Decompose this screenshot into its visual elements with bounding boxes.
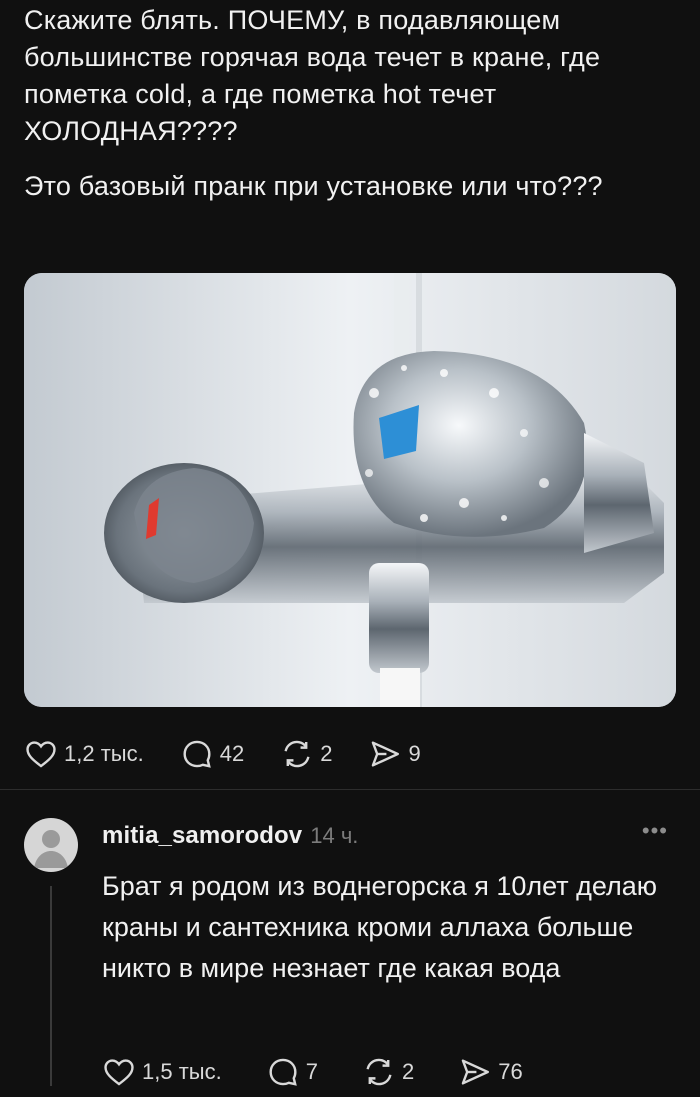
like-button[interactable]: 1,2 тыс.	[24, 737, 144, 771]
default-avatar-icon	[34, 830, 68, 868]
repost-icon	[366, 1058, 392, 1086]
heart-icon	[104, 1059, 134, 1086]
repost-icon	[284, 740, 310, 768]
faucet-photo-icon	[24, 273, 676, 707]
comment-share-count: 76	[498, 1059, 523, 1084]
post-paragraph-2: Это базовый пранк при установке или что?…	[24, 171, 603, 201]
thread-line	[50, 886, 52, 1086]
heart-icon	[26, 741, 56, 768]
comment-repost-count: 2	[401, 1059, 415, 1084]
post: Скажите блять. ПОЧЕМУ, в подавляющем бол…	[0, 0, 700, 790]
comment-actions: 1,5 тыс. 7 2 76	[102, 1050, 567, 1094]
post-paragraph-1: Скажите блять. ПОЧЕМУ, в подавляющем бол…	[24, 5, 601, 146]
comment-like-count: 1,5 тыс.	[142, 1059, 222, 1084]
post-actions: 1,2 тыс. 42 2 9	[24, 732, 457, 776]
send-icon	[372, 741, 400, 767]
comment-bubble-icon	[183, 740, 211, 768]
post-text: Скажите блять. ПОЧЕМУ, в подавляющем бол…	[24, 2, 664, 223]
send-icon	[461, 1059, 490, 1085]
comment-timestamp: 14 ч.	[310, 823, 359, 848]
comment-share-button[interactable]: 76	[458, 1055, 523, 1089]
comment-button[interactable]: 42	[180, 737, 244, 771]
comment-header: mitia_samorodov 14 ч.	[102, 822, 358, 850]
share-count: 9	[408, 741, 421, 766]
more-options-icon[interactable]: •••	[642, 818, 668, 844]
like-count: 1,2 тыс.	[64, 741, 144, 766]
avatar[interactable]	[24, 818, 78, 872]
comment-count: 42	[219, 741, 245, 766]
comment-like-button[interactable]: 1,5 тыс.	[102, 1055, 222, 1089]
share-button[interactable]: 9	[368, 737, 421, 771]
comment-reply-count: 7	[305, 1059, 318, 1084]
comment-username[interactable]: mitia_samorodov	[102, 822, 302, 850]
comment: mitia_samorodov 14 ч. ••• Брат я родом и…	[0, 790, 700, 1097]
repost-count: 2	[320, 741, 333, 766]
comment-reply-button[interactable]: 7	[266, 1055, 318, 1089]
comment-repost-button[interactable]: 2	[362, 1055, 414, 1089]
repost-button[interactable]: 2	[280, 737, 332, 771]
comment-text: Брат я родом из воднегорска я 10лет дела…	[102, 871, 658, 983]
comment-bubble-icon	[269, 1058, 297, 1086]
post-image[interactable]	[24, 273, 676, 707]
